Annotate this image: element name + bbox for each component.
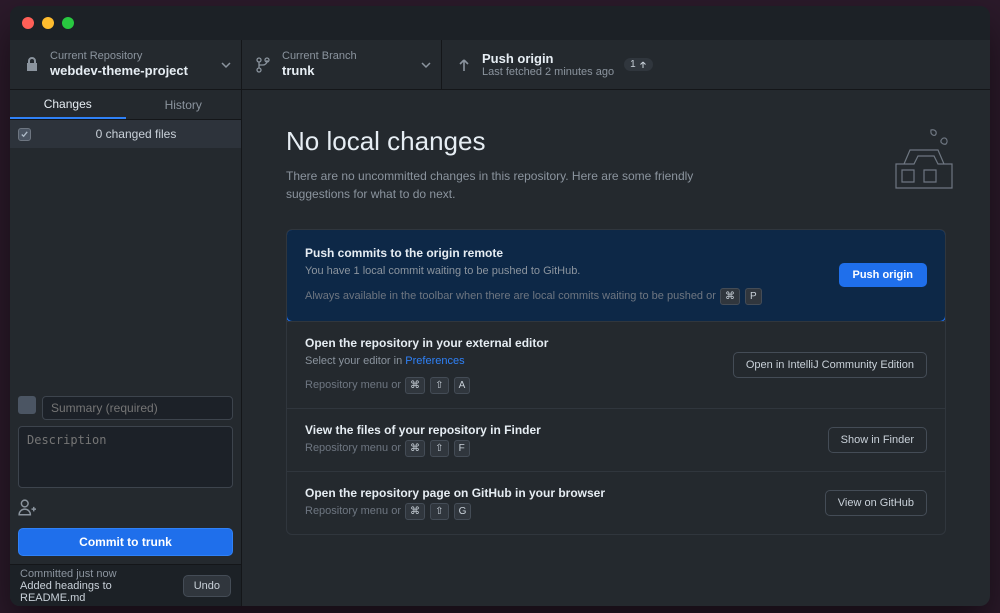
suggestion-list: Push commits to the origin remote You ha… [286, 229, 946, 535]
kbd-shift: ⇧ [430, 440, 448, 457]
maximize-window-dot[interactable] [62, 17, 74, 29]
kbd-shift: ⇧ [430, 377, 448, 394]
undo-button[interactable]: Undo [183, 575, 231, 597]
changed-files-header: 0 changed files [10, 120, 241, 148]
editor-title: Open the repository in your external edi… [305, 336, 717, 350]
repo-selector[interactable]: Current Repository webdev-theme-project [10, 40, 242, 89]
empty-state-illustration [876, 114, 966, 194]
view-on-github-button[interactable]: View on GitHub [825, 490, 927, 516]
minimize-window-dot[interactable] [42, 17, 54, 29]
branch-name: trunk [282, 63, 357, 79]
commit-summary-input[interactable] [42, 396, 233, 420]
push-origin-button[interactable]: Push origin [839, 263, 928, 287]
commit-button[interactable]: Commit to trunk [18, 528, 233, 556]
push-origin-toolbar[interactable]: Push origin Last fetched 2 minutes ago 1 [442, 40, 990, 89]
chevron-down-icon [421, 60, 431, 70]
kbd-p: P [745, 288, 762, 305]
notif-time: Committed just now [20, 568, 175, 580]
page-title: No local changes [286, 126, 946, 157]
close-window-dot[interactable] [22, 17, 34, 29]
commit-description-input[interactable] [18, 426, 233, 488]
kbd-cmd: ⌘ [720, 288, 740, 305]
tab-changes[interactable]: Changes [10, 90, 126, 119]
open-editor-button[interactable]: Open in IntelliJ Community Edition [733, 352, 927, 378]
commit-form: Commit to trunk [10, 388, 241, 564]
sidebar: Changes History 0 changed files Commit t… [10, 90, 242, 606]
editor-sub: Select your editor in Preferences [305, 353, 717, 370]
push-title: Push commits to the origin remote [305, 246, 823, 260]
kbd-cmd: ⌘ [405, 440, 425, 457]
lock-icon [24, 57, 40, 73]
body: Changes History 0 changed files Commit t… [10, 90, 990, 606]
editor-hint: Repository menu or ⌘ ⇧ A [305, 377, 717, 394]
kbd-a: A [454, 377, 471, 394]
push-count-badge: 1 [624, 58, 653, 71]
changed-files-count: 0 changed files [39, 127, 233, 141]
branch-label: Current Branch [282, 50, 357, 63]
chevron-down-icon [221, 60, 231, 70]
select-all-checkbox[interactable] [18, 128, 31, 141]
avatar [18, 396, 36, 414]
kbd-f: F [454, 440, 470, 457]
kbd-g: G [454, 503, 472, 520]
push-hint: Always available in the toolbar when the… [305, 288, 823, 305]
arrow-up-icon [639, 61, 647, 69]
tab-history[interactable]: History [126, 90, 242, 119]
finder-title: View the files of your repository in Fin… [305, 423, 812, 437]
kbd-cmd: ⌘ [405, 503, 425, 520]
add-coauthor-icon[interactable] [18, 499, 36, 517]
notif-message: Added headings to README.md [20, 580, 175, 604]
app-window: Current Repository webdev-theme-project … [10, 6, 990, 606]
arrow-up-icon [456, 57, 472, 73]
branch-selector[interactable]: Current Branch trunk [242, 40, 442, 89]
github-hint: Repository menu or ⌘ ⇧ G [305, 503, 809, 520]
repo-label: Current Repository [50, 50, 188, 63]
page-subtext: There are no uncommitted changes in this… [286, 167, 746, 203]
show-in-finder-button[interactable]: Show in Finder [828, 427, 927, 453]
github-card: Open the repository page on GitHub in yo… [287, 471, 945, 534]
preferences-link[interactable]: Preferences [405, 355, 464, 367]
commit-notification: Committed just now Added headings to REA… [10, 564, 241, 606]
toolbar: Current Repository webdev-theme-project … [10, 40, 990, 90]
kbd-cmd: ⌘ [405, 377, 425, 394]
repo-name: webdev-theme-project [50, 63, 188, 79]
finder-card: View the files of your repository in Fin… [287, 408, 945, 471]
push-count: 1 [630, 59, 636, 70]
titlebar [10, 6, 990, 40]
main-panel: No local changes There are no uncommitte… [242, 90, 990, 606]
editor-card: Open the repository in your external edi… [287, 321, 945, 409]
push-sub: Last fetched 2 minutes ago [482, 66, 614, 78]
push-label: Push origin [482, 51, 614, 67]
finder-hint: Repository menu or ⌘ ⇧ F [305, 440, 812, 457]
kbd-shift: ⇧ [430, 503, 448, 520]
push-sub: You have 1 local commit waiting to be pu… [305, 263, 823, 280]
sidebar-tabs: Changes History [10, 90, 241, 120]
git-branch-icon [256, 57, 272, 73]
push-card: Push commits to the origin remote You ha… [286, 229, 946, 322]
github-title: Open the repository page on GitHub in yo… [305, 486, 809, 500]
